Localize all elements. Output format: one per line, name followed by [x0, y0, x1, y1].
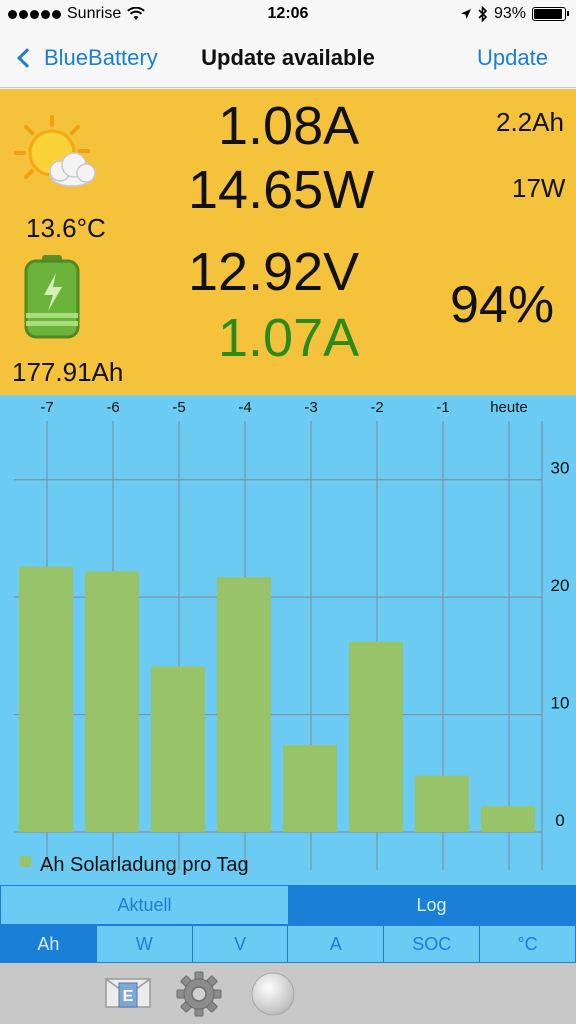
bar--3 [283, 745, 337, 832]
ah-today-value: 2.2Ah [496, 107, 564, 137]
email-icon[interactable]: E [104, 975, 152, 1011]
battery-charging-icon [24, 255, 80, 339]
state-of-charge-value: 94% [450, 276, 555, 334]
update-button[interactable]: Update [477, 45, 548, 71]
x-tick-label: -5 [172, 399, 185, 416]
x-tick-label: -7 [40, 399, 53, 416]
tab-v[interactable]: V [191, 926, 288, 962]
bar--4 [217, 577, 271, 832]
y-tick-label: 10 [551, 694, 570, 713]
email-icon-letter: E [123, 988, 134, 1005]
y-tick-label: 30 [551, 459, 570, 478]
power-value: 14.65W [188, 160, 375, 220]
capacity-value: 177.91Ah [12, 357, 124, 387]
x-tick-label: -3 [304, 399, 317, 416]
unit-segmented-control: Ah W V A SOC °C [0, 925, 576, 963]
x-tick-label: -4 [238, 399, 251, 416]
legend-label: Ah Solarladung pro Tag [40, 854, 249, 876]
tab-log[interactable]: Log [288, 886, 575, 924]
x-tick-label: -2 [370, 399, 383, 416]
readings-panel: 13.6°C 177.91Ah 1.08A 14.65W 12.92V 1.07… [0, 89, 576, 395]
settings-gear-icon[interactable] [176, 971, 222, 1017]
x-tick-label: heute [490, 399, 528, 416]
power-peak-value: 17W [512, 173, 566, 203]
tab-a[interactable]: A [287, 926, 384, 962]
mode-segmented-control: Aktuell Log [0, 885, 576, 925]
navigation-bar: BlueBattery Update available Update [0, 30, 576, 88]
bar--6 [85, 571, 139, 832]
weather-sun-cloud-icon [14, 115, 96, 187]
bar--7 [19, 566, 73, 832]
temperature-value: 13.6°C [26, 213, 106, 243]
current-value: 1.08A [218, 96, 360, 156]
solar-charge-chart: -7 -6 -5 -4 -3 -2 -1 heute 0 10 20 30 Ah Solarladung… [14, 399, 570, 876]
bottom-toolbar: E [0, 963, 576, 1024]
location-arrow-icon [460, 9, 471, 19]
charge-current-value: 1.07A [218, 308, 360, 368]
battery-percent: 93% [493, 5, 526, 22]
bar--1 [415, 775, 469, 832]
x-tick-label: -1 [436, 399, 449, 416]
tab-aktuell[interactable]: Aktuell [1, 886, 288, 924]
battery-icon [532, 7, 569, 21]
bar--2 [349, 641, 403, 832]
tab-ah[interactable]: Ah [1, 926, 96, 962]
y-tick-label: 20 [551, 576, 570, 595]
status-bar: Sunrise 12:06 93% [0, 0, 576, 30]
round-button-icon[interactable] [250, 971, 296, 1017]
x-tick-label: -6 [106, 399, 119, 416]
tab-w[interactable]: W [95, 926, 192, 962]
y-tick-label: 0 [555, 811, 564, 830]
bar--5 [151, 666, 205, 832]
bar-heute [481, 806, 535, 832]
voltage-value: 12.92V [188, 242, 360, 302]
chart-area: -7 -6 -5 -4 -3 -2 -1 heute 0 10 20 30 Ah Solarladung… [0, 395, 576, 885]
legend-swatch [20, 856, 31, 867]
tab-celsius[interactable]: °C [479, 926, 575, 962]
tab-soc[interactable]: SOC [383, 926, 480, 962]
bluetooth-icon [478, 6, 488, 22]
